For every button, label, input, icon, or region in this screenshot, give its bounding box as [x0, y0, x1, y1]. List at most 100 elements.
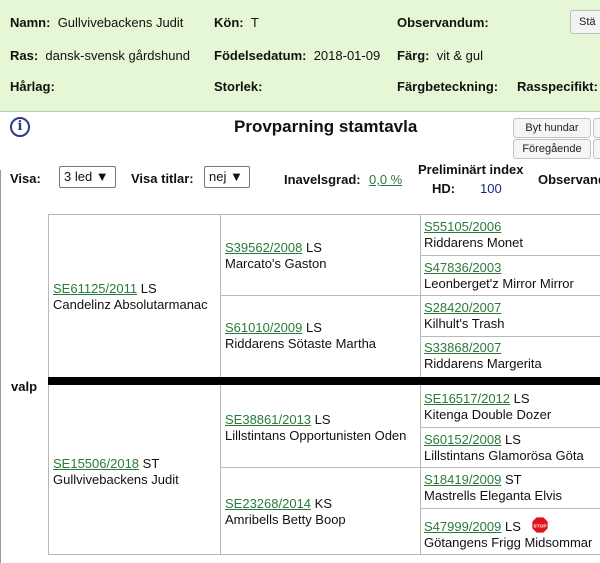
breed-row: Ras: dansk-svensk gårdshund [10, 48, 190, 63]
titles-select[interactable]: nej ▼ [204, 166, 250, 188]
dog-name: Amribells Betty Boop [225, 512, 346, 527]
registration-link[interactable]: SE15506/2018 [53, 456, 139, 471]
sex-label: Kön: [214, 15, 244, 30]
show-label: Visa: [10, 171, 41, 186]
breed-label: Ras: [10, 48, 39, 63]
dog-title: LS [140, 281, 157, 296]
dog-name: Candelinz Absolutarmanac [53, 297, 208, 312]
marking-label: Färgbeteckning: [397, 79, 499, 94]
registration-link[interactable]: S55105/2006 [424, 219, 501, 234]
name-value: Gullvivebackens Judit [57, 15, 184, 30]
name-label: Namn: [10, 15, 51, 30]
puppy-label: valp [11, 379, 38, 394]
registration-link[interactable]: S47836/2003 [424, 260, 501, 275]
dog-title: LS [314, 412, 331, 427]
pedigree-dam-dam: SE23268/2014 KS Amribells Betty Boop [225, 496, 419, 528]
registration-link[interactable]: S60152/2008 [424, 432, 501, 447]
birthdate-label: Födelsedatum: [214, 48, 307, 63]
name-row: Namn: Gullvivebackens Judit [10, 15, 183, 30]
breedspecific-row: Rasspecifikt: [517, 79, 598, 94]
color-row: Färg: vit & gul [397, 48, 483, 63]
registration-link[interactable]: S47999/2009 [424, 519, 501, 534]
size-label: Storlek: [214, 79, 263, 94]
grid-line [48, 214, 600, 215]
registration-link[interactable]: S39562/2008 [225, 240, 302, 255]
dog-name: Gullvivebackens Judit [53, 472, 179, 487]
pedigree-dam-dam-dam: S47999/2009 LS STOP Götangens Frigg Mids… [424, 516, 600, 551]
registration-link[interactable]: SE38861/2013 [225, 412, 311, 427]
pedigree-dam-sire-sire: SE16517/2012 LS Kitenga Double Dozer [424, 391, 600, 423]
pedigree-sire: SE61125/2011 LS Candelinz Absolutarmanac [53, 281, 219, 313]
dog-name: Riddarens Monet [424, 235, 523, 250]
next-button-edge-2[interactable] [593, 139, 600, 159]
registration-link[interactable]: S61010/2009 [225, 320, 302, 335]
registration-link[interactable]: S33868/2007 [424, 340, 501, 355]
dog-title: LS [513, 391, 530, 406]
pedigree-sire-sire-dam: S47836/2003 Leonberget'z Mirror Mirror [424, 260, 600, 292]
generations-select[interactable]: 3 led ▼ [59, 166, 116, 188]
pedigree-sire-dam-sire: S28420/2007 Kilhult's Trash [424, 300, 600, 332]
size-row: Storlek: [214, 79, 262, 94]
page-title: Provparning stamtavla [234, 117, 418, 136]
inbreeding-value[interactable]: 0,0 % [369, 172, 402, 187]
observando-label: Observando [538, 172, 600, 187]
pedigree-sire-sire-sire: S55105/2006 Riddarens Monet [424, 219, 600, 251]
pedigree-dam-dam-sire: S18419/2009 ST Mastrells Eleganta Elvis [424, 472, 600, 504]
pedigree-dam-sire-dam: S60152/2008 LS Lillstintans Glamorösa Gö… [424, 432, 600, 464]
stop-sign-text: STOP [533, 523, 547, 529]
inbreeding-label: Inavelsgrad: [284, 172, 361, 187]
grid-line [420, 427, 600, 428]
coat-label: Hårlag: [10, 79, 55, 94]
pedigree-dam: SE15506/2018 ST Gullvivebackens Judit [53, 456, 219, 488]
coat-row: Hårlag: [10, 79, 55, 94]
dog-info-panel: Namn: Gullvivebackens Judit Kön: T Obser… [0, 0, 600, 112]
dog-name: Riddarens Margerita [424, 356, 542, 371]
registration-link[interactable]: S18419/2009 [424, 472, 501, 487]
pedigree-dam-sire: SE38861/2013 LS Lillstintans Opportunist… [225, 412, 419, 444]
next-button-edge[interactable] [593, 118, 600, 138]
pedigree-sire-sire: S39562/2008 LS Marcato's Gaston [225, 240, 419, 272]
registration-link[interactable]: SE23268/2014 [225, 496, 311, 511]
dog-name: Lillstintans Opportunisten Oden [225, 428, 407, 443]
dog-title: ST [142, 456, 160, 471]
prelim-index-label: Preliminärt index [418, 162, 524, 177]
registration-link[interactable]: S28420/2007 [424, 300, 501, 315]
sex-row: Kön: T [214, 15, 259, 30]
grid-line [420, 508, 600, 509]
dog-name: Lillstintans Glamorösa Göta [424, 448, 584, 463]
dog-title: KS [314, 496, 332, 511]
dog-title: ST [504, 472, 522, 487]
color-label: Färg: [397, 48, 430, 63]
close-button[interactable]: Stä [570, 10, 600, 34]
dog-name: Kitenga Double Dozer [424, 407, 552, 422]
breedspecific-label: Rasspecifikt: [517, 79, 598, 94]
pedigree-sire-dam-dam: S33868/2007 Riddarens Margerita [424, 340, 600, 372]
dog-name: Marcato's Gaston [225, 256, 327, 271]
titles-label: Visa titlar: [131, 171, 194, 186]
dog-name: Götangens Frigg Midsommar [424, 535, 593, 550]
page-left-rule [0, 170, 1, 563]
dog-name: Leonberget'z Mirror Mirror [424, 276, 574, 291]
switch-dogs-button[interactable]: Byt hundar [513, 118, 591, 138]
dog-title: LS [504, 519, 521, 534]
dog-name: Riddarens Sötaste Martha [225, 336, 377, 351]
grid-line [420, 336, 600, 337]
grid-line [220, 467, 600, 468]
color-value: vit & gul [436, 48, 483, 63]
dog-title: LS [504, 432, 521, 447]
pedigree-sire-dam: S61010/2009 LS Riddarens Sötaste Martha [225, 320, 419, 352]
hd-value: 100 [480, 181, 502, 196]
previous-button[interactable]: Föregående [513, 139, 591, 159]
dog-name: Mastrells Eleganta Elvis [424, 488, 562, 503]
birthdate-value: 2018-01-09 [313, 48, 381, 63]
info-icon[interactable]: i [10, 117, 30, 137]
registration-link[interactable]: SE61125/2011 [53, 281, 137, 296]
grid-line [48, 554, 600, 555]
marking-row: Färgbeteckning: [397, 79, 498, 94]
grid-line [220, 295, 600, 296]
hd-label: HD: [432, 181, 456, 196]
observandum-label: Observandum: [397, 15, 489, 30]
registration-link[interactable]: SE16517/2012 [424, 391, 510, 406]
dog-title: LS [305, 240, 322, 255]
observandum-row: Observandum: [397, 15, 489, 30]
